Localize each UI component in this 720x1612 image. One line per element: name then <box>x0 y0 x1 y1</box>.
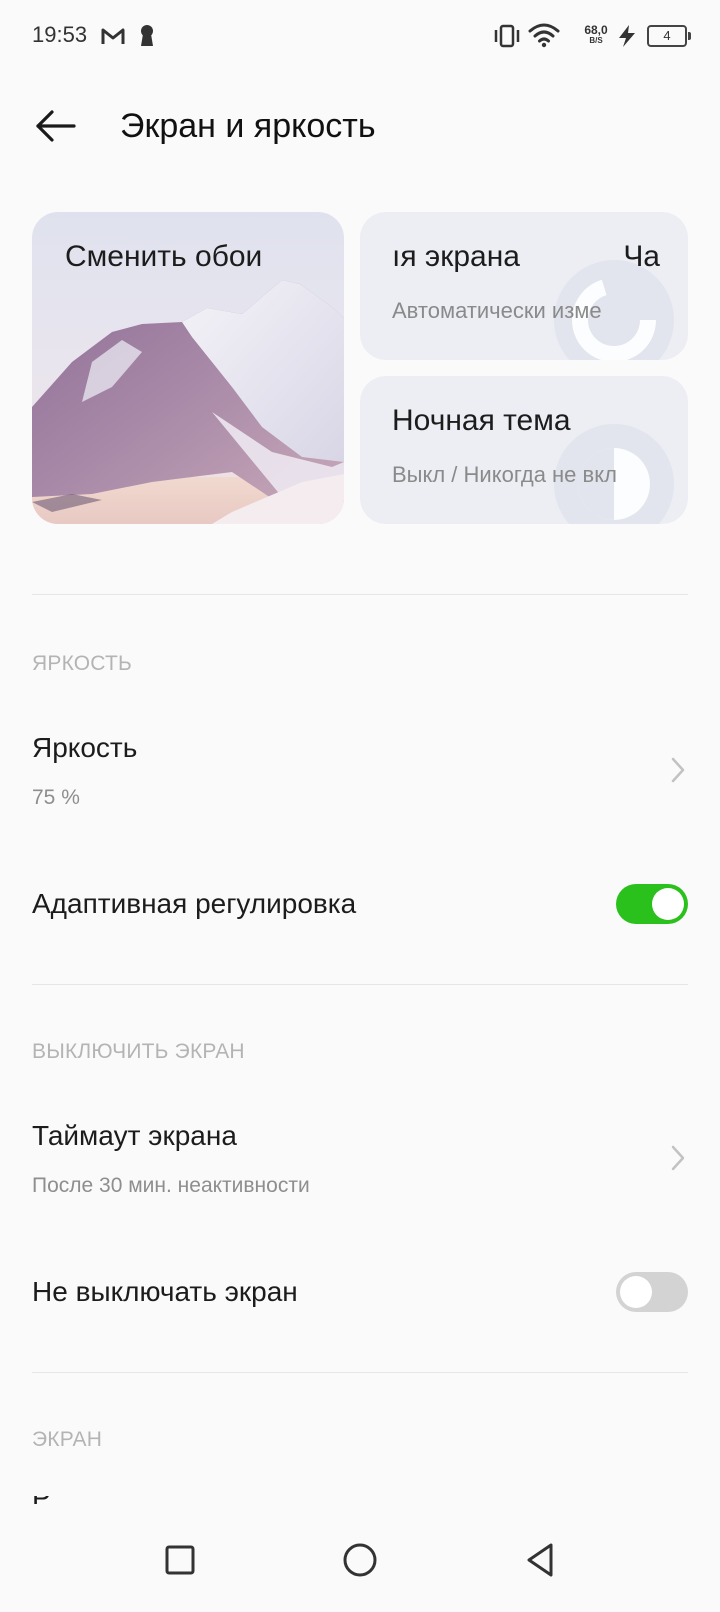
recents-square-icon <box>164 1544 196 1581</box>
section-header-screen-off: ВЫКЛЮЧИТЬ ЭКРАН <box>32 1040 245 1063</box>
refresh-card-title-end: Ча <box>623 240 660 273</box>
gmail-icon <box>100 26 126 51</box>
wifi-icon <box>528 22 560 53</box>
screen-timeout-value: После 30 мин. неактивности <box>32 1174 310 1197</box>
home-circle-icon <box>342 1542 378 1583</box>
keyhole-icon <box>138 24 156 53</box>
status-time: 19:53 <box>32 22 88 47</box>
arrow-left-icon <box>34 108 78 149</box>
night-theme-title: Ночная тема <box>392 404 571 437</box>
toggle-knob <box>620 1276 652 1308</box>
brightness-title: Яркость <box>32 732 138 763</box>
page-title: Экран и яркость <box>120 107 376 145</box>
toggle-knob <box>652 888 684 920</box>
refresh-card-subtitle: Автоматически изме <box>392 298 602 323</box>
divider <box>32 984 688 985</box>
refresh-card-title-start: ıя экрана <box>392 240 520 273</box>
chevron-right-icon <box>670 756 686 789</box>
divider <box>32 1372 688 1373</box>
adaptive-brightness-row[interactable]: Адаптивная регулировка <box>0 864 720 944</box>
section-header-brightness: ЯРКОСТЬ <box>32 652 132 675</box>
keep-screen-on-title: Не выключать экран <box>32 1276 298 1307</box>
chevron-right-icon <box>670 1144 686 1177</box>
back-triangle-icon <box>524 1542 556 1583</box>
refresh-card-title: ıя экрана Ча <box>392 240 660 280</box>
night-theme-subtitle: Выкл / Никогда не вкл <box>392 462 617 487</box>
screen-timeout-title: Таймаут экрана <box>32 1120 237 1151</box>
wallpaper-label: Сменить обои <box>65 240 263 273</box>
brightness-value: 75 % <box>32 786 80 809</box>
recents-button[interactable] <box>152 1534 208 1590</box>
net-speed-unit: B/S <box>589 36 603 45</box>
navigation-bar <box>0 1504 720 1612</box>
net-speed-value: 68,0 <box>584 23 608 37</box>
brightness-row[interactable]: Яркость 75 % <box>0 710 720 814</box>
home-button[interactable] <box>332 1534 388 1590</box>
screen-timeout-row[interactable]: Таймаут экрана После 30 мин. неактивност… <box>0 1098 720 1202</box>
change-wallpaper-card[interactable]: Сменить обои <box>32 212 344 524</box>
keep-screen-on-toggle[interactable] <box>616 1272 688 1312</box>
adaptive-brightness-title: Адаптивная регулировка <box>32 888 357 919</box>
net-speed: 68,0 B/S <box>581 24 611 45</box>
back-button[interactable] <box>28 100 84 156</box>
section-header-display: ЭКРАН <box>32 1428 103 1451</box>
night-theme-card[interactable]: Ночная тема Выкл / Никогда не вкл <box>360 376 688 524</box>
battery-icon: 4 <box>647 25 691 47</box>
charging-icon <box>616 24 638 53</box>
back-nav-button[interactable] <box>512 1534 568 1590</box>
vibrate-icon <box>492 24 522 53</box>
screen-refresh-card[interactable]: ıя экрана Ча Автоматически изме <box>360 212 688 360</box>
keep-screen-on-row[interactable]: Не выключать экран <box>0 1252 720 1332</box>
divider <box>32 594 688 595</box>
adaptive-brightness-toggle[interactable] <box>616 884 688 924</box>
